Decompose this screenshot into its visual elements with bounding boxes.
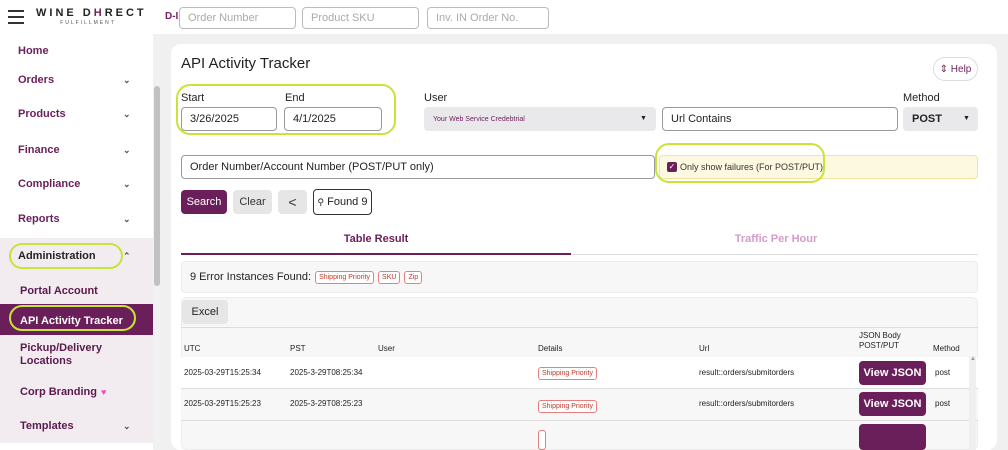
column-header-pst[interactable]: PST [290,344,306,354]
url-contains-input[interactable]: Url Contains [662,107,898,131]
view-json-button[interactable]: View JSON [859,361,926,385]
search-icon: ⚲ [317,196,325,207]
cell-method: post [935,399,951,408]
top-bar: WINE DHRECT FULFILLMENT D-I Order Number… [0,0,1008,34]
cell-details-badge-partial [538,430,546,450]
cell-pst: 2025-3-29T08:25:23 [290,399,363,408]
column-header-details[interactable]: Details [538,344,562,354]
sidebar-item-templates[interactable]: Templates ⌄ [0,409,153,443]
column-header-url[interactable]: Url [699,344,709,354]
clear-button[interactable]: Clear [233,190,272,214]
heart-icon: ♥ [101,387,107,397]
divider [181,327,978,328]
help-button[interactable]: ⇕ Help [933,57,978,81]
column-header-utc[interactable]: UTC [184,344,200,354]
sidebar-item-compliance[interactable]: Compliance ⌄ [0,167,153,201]
sidebar-item-corp-branding[interactable]: Corp Branding ♥ [0,375,153,409]
row-divider [181,420,978,421]
sidebar-item-api-activity-tracker[interactable]: API Activity Tracker [0,304,153,338]
error-badge[interactable]: Zip [404,270,423,284]
sidebar-scroll-thumb[interactable] [154,86,160,286]
search-button[interactable]: Search [181,190,227,214]
method-label: Method [903,92,940,104]
dropdown-arrow-icon: ▼ [963,115,970,122]
chevron-down-icon: ⌄ [123,108,131,119]
order-account-input[interactable]: Order Number/Account Number (POST/PUT on… [181,155,655,179]
chevron-down-icon: ⌄ [123,74,131,85]
product-sku-input[interactable]: Product SKU [302,7,419,29]
inv-order-input[interactable]: Inv. IN Order No. [427,7,549,29]
cell-details-badge: Shipping Priority [538,400,597,413]
dropdown-arrow-icon: ▼ [640,115,647,122]
error-summary: 9 Error Instances Found: Shipping Priori… [181,261,978,293]
start-label: Start [181,92,205,104]
cell-pst: 2025-3-29T08:25:34 [290,368,363,377]
tab-underline [571,254,978,255]
sidebar-item-finance[interactable]: Finance ⌄ [0,133,153,167]
sidebar-item-portal-account[interactable]: Portal Account [0,274,153,308]
found-count-button[interactable]: ⚲ Found 9 [313,189,372,215]
chevron-down-icon: ⌄ [123,178,131,189]
error-badge[interactable]: SKU [378,270,401,284]
sidebar-item-orders[interactable]: Orders ⌄ [0,63,153,97]
page-title: API Activity Tracker [181,55,311,72]
failures-label: Only show failures (For POST/PUT) [680,162,824,172]
error-badge[interactable]: Shipping Priority [315,270,375,284]
sidebar-item-reports[interactable]: Reports ⌄ [0,202,153,236]
dh-icon: D-I [165,11,179,22]
column-header-user[interactable]: User [378,344,395,354]
chevron-down-icon: ⌄ [123,213,131,224]
failures-filter[interactable]: ✓ Only show failures (For POST/PUT) [659,155,978,179]
error-summary-text: 9 Error Instances Found: [190,271,312,283]
sidebar-item-pickup-delivery[interactable]: Pickup/Delivery Locations [0,335,153,375]
user-label: User [424,92,448,104]
column-header-method[interactable]: Method [933,344,960,354]
column-header-json-body[interactable]: JSON Body POST/PUT [859,331,901,351]
end-label: End [285,92,305,104]
checkbox-checked-icon[interactable]: ✓ [667,162,677,172]
chevron-down-icon: ⌄ [123,420,131,431]
user-select[interactable]: Your Web Service Credebtrial [424,107,656,131]
chevron-up-icon: ⌃ [123,250,131,261]
end-date-field[interactable]: 4/1/2025 [284,107,382,131]
share-icon[interactable]: < [278,190,307,214]
start-date-field[interactable]: 3/26/2025 [181,107,277,131]
order-number-input[interactable]: Order Number [179,7,296,29]
sidebar-item-administration[interactable]: Administration ⌃ [0,238,153,274]
logo[interactable]: WINE DHRECT FULFILLMENT [36,7,144,29]
chevron-down-icon: ⌄ [123,144,131,155]
cell-utc: 2025-03-29T15:25:23 [184,399,261,408]
excel-button[interactable]: Excel [182,300,228,324]
tab-traffic-per-hour[interactable]: Traffic Per Hour [576,233,976,245]
menu-icon[interactable] [8,10,24,24]
cell-url: result::orders/submitorders [699,368,795,377]
tab-underline-active [181,253,571,255]
sidebar: Home Orders ⌄ Products ⌄ Finance ⌄ Complian… [0,34,153,450]
cell-details-badge: Shipping Priority [538,367,597,380]
cell-utc: 2025-03-29T15:25:34 [184,368,261,377]
view-json-button[interactable]: View JSON [859,392,926,416]
cell-method: post [935,368,951,377]
sidebar-item-products[interactable]: Products ⌄ [0,97,153,131]
tab-table-result[interactable]: Table Result [181,233,571,245]
cell-url: result::orders/submitorders [699,399,795,408]
view-json-button-partial[interactable] [859,424,926,450]
table-scrollbar[interactable] [969,356,976,450]
scroll-up-icon[interactable]: ▲ [970,356,976,362]
